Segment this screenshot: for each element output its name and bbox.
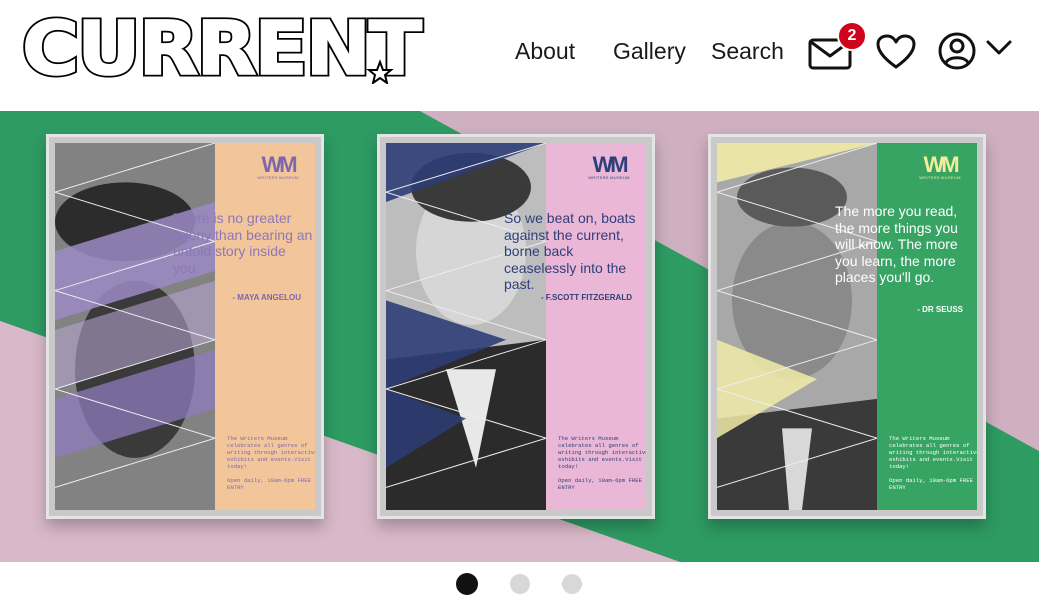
poster-maya-angelou: WM WRITERS MUSEUM There is no greater ag… <box>46 134 324 519</box>
poster-author: - MAYA ANGELOU <box>232 293 301 302</box>
poster-quote: So we beat on, boats against the current… <box>504 210 636 292</box>
poster-author: - F.SCOTT FITZGERALD <box>540 293 632 302</box>
nav-search-link[interactable]: Search <box>711 38 784 65</box>
poster-hours: Open daily, 10am-6pm FREE ENTRY <box>227 477 311 491</box>
nav-gallery-link[interactable]: Gallery <box>613 38 686 65</box>
poster-author: - DR SEUSS <box>917 305 963 314</box>
portrait-image <box>386 143 546 510</box>
writers-museum-logo: WM WRITERS MUSEUM <box>919 152 961 181</box>
notification-badge: 2 <box>837 21 867 51</box>
poster-quote: There is no greater agony than bearing a… <box>173 210 313 276</box>
chevron-down-icon[interactable] <box>985 38 1013 58</box>
writers-museum-logo: WM WRITERS MUSEUM <box>257 152 299 181</box>
site-header: CURRENT CURRENT About Gallery Search 2 <box>0 0 1039 111</box>
poster-f-scott-fitzgerald: WM WRITERS MUSEUM So we beat on, boats a… <box>377 134 655 519</box>
poster-info: The Writers Museum celebrates all genres… <box>558 435 646 470</box>
site-logo[interactable]: CURRENT CURRENT <box>18 6 426 84</box>
poster-info: The Writers Museum celebrates all genres… <box>889 435 977 470</box>
user-circle-icon[interactable] <box>937 31 977 71</box>
carousel-dot-3[interactable] <box>562 574 582 594</box>
carousel-dots <box>0 562 1039 596</box>
carousel-dot-1[interactable] <box>456 573 478 595</box>
portrait-image <box>717 143 877 510</box>
poster-info: The Writers Museum celebrates all genres… <box>227 435 315 470</box>
poster-dr-seuss: WM WRITERS MUSEUM The more you read, the… <box>708 134 986 519</box>
poster-quote: The more you read, the more things you w… <box>835 203 958 285</box>
portrait-image <box>55 143 215 510</box>
poster-hours: Open daily, 10am-6pm FREE ENTRY <box>558 477 642 491</box>
writers-museum-logo: WM WRITERS MUSEUM <box>588 152 630 181</box>
carousel-dot-2[interactable] <box>510 574 530 594</box>
svg-text:CURRENT: CURRENT <box>22 6 423 84</box>
hero-carousel-slide: WM WRITERS MUSEUM There is no greater ag… <box>0 111 1039 562</box>
poster-hours: Open daily, 10am-6pm FREE ENTRY <box>889 477 973 491</box>
heart-icon[interactable] <box>876 34 916 70</box>
nav-about-link[interactable]: About <box>515 38 575 65</box>
